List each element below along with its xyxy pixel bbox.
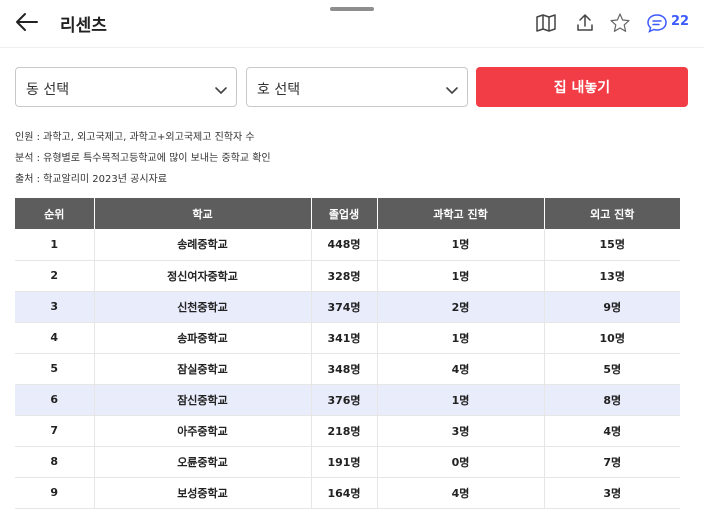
- cell-rank: 4: [15, 322, 95, 354]
- cell-graduates: 328명: [311, 260, 378, 292]
- table-row: 3 신천중학교 374명 2명 9명: [15, 291, 680, 323]
- map-icon[interactable]: [535, 12, 557, 34]
- table-row: 8 오륜중학교 191명 0명 7명: [15, 446, 680, 478]
- cell-science: 0명: [377, 446, 545, 478]
- cell-graduates: 376명: [311, 384, 378, 416]
- cell-school: 보성중학교: [94, 477, 312, 509]
- cell-graduates: 164명: [311, 477, 378, 509]
- dong-select[interactable]: 동 선택: [15, 67, 237, 107]
- col-header-school: 학교: [94, 198, 312, 229]
- cell-rank: 2: [15, 260, 95, 292]
- col-header-rank: 순위: [15, 198, 95, 229]
- dong-select-label: 동 선택: [26, 82, 70, 98]
- top-app-bar: 리센츠 22: [0, 0, 704, 48]
- cell-rank: 9: [15, 477, 95, 509]
- cell-foreign: 5명: [544, 353, 680, 385]
- cell-science: 1명: [377, 229, 545, 261]
- cell-science: 4명: [377, 353, 545, 385]
- cell-science: 3명: [377, 415, 545, 447]
- cell-foreign: 9명: [544, 291, 680, 323]
- star-icon[interactable]: [609, 12, 631, 34]
- table-row: 2 정신여자중학교 328명 1명 13명: [15, 260, 680, 292]
- col-header-science: 과학고 진학: [377, 198, 545, 229]
- table-row: 5 잠실중학교 348명 4명 5명: [15, 353, 680, 385]
- cell-school: 정신여자중학교: [94, 260, 312, 292]
- table-row: 7 아주중학교 218명 3명 4명: [15, 415, 680, 447]
- table-header-row: 순위 학교 졸업생 과학고 진학 외고 진학: [15, 198, 680, 229]
- table-row: 1 송례중학교 448명 1명 15명: [15, 229, 680, 261]
- cell-science: 1명: [377, 322, 545, 354]
- cell-school: 신천중학교: [94, 291, 312, 323]
- cell-rank: 7: [15, 415, 95, 447]
- cell-school: 오륜중학교: [94, 446, 312, 478]
- notes-block: 인원 : 과학고, 외고국제고, 과학고+외고국제고 진학자 수 분석 : 유형…: [15, 127, 271, 190]
- col-header-graduates: 졸업생: [311, 198, 378, 229]
- note-line: 분석 : 유형별로 특수목적고등학교에 많이 보내는 중학교 확인: [15, 153, 271, 164]
- sell-house-button[interactable]: 집 내놓기: [476, 67, 688, 107]
- col-header-foreign: 외고 진학: [544, 198, 680, 229]
- cell-graduates: 348명: [311, 353, 378, 385]
- page-title: 리센츠: [60, 16, 107, 36]
- table-row: 9 보성중학교 164명 4명 3명: [15, 477, 680, 509]
- cell-rank: 1: [15, 229, 95, 261]
- ho-select-label: 호 선택: [257, 82, 301, 98]
- note-line: 인원 : 과학고, 외고국제고, 과학고+외고국제고 진학자 수: [15, 132, 255, 143]
- cell-foreign: 10명: [544, 322, 680, 354]
- cell-school: 아주중학교: [94, 415, 312, 447]
- cell-graduates: 191명: [311, 446, 378, 478]
- cell-graduates: 341명: [311, 322, 378, 354]
- chevron-down-icon: [214, 82, 228, 96]
- cell-graduates: 448명: [311, 229, 378, 261]
- cell-science: 2명: [377, 291, 545, 323]
- cell-science: 1명: [377, 260, 545, 292]
- table-row: 4 송파중학교 341명 1명 10명: [15, 322, 680, 354]
- cell-foreign: 8명: [544, 384, 680, 416]
- cell-graduates: 374명: [311, 291, 378, 323]
- cell-graduates: 218명: [311, 415, 378, 447]
- comment-count[interactable]: 22: [671, 14, 689, 29]
- share-icon[interactable]: [574, 12, 596, 34]
- cell-rank: 5: [15, 353, 95, 385]
- cell-science: 4명: [377, 477, 545, 509]
- cell-school: 잠신중학교: [94, 384, 312, 416]
- cell-foreign: 13명: [544, 260, 680, 292]
- note-line: 출처 : 학교알리미 2023년 공시자료: [15, 174, 167, 185]
- cell-foreign: 3명: [544, 477, 680, 509]
- ho-select[interactable]: 호 선택: [246, 67, 468, 107]
- cell-rank: 8: [15, 446, 95, 478]
- cell-science: 1명: [377, 384, 545, 416]
- back-arrow-icon[interactable]: [14, 11, 40, 33]
- cell-school: 잠실중학교: [94, 353, 312, 385]
- cell-foreign: 4명: [544, 415, 680, 447]
- chevron-down-icon: [445, 82, 459, 96]
- cell-rank: 6: [15, 384, 95, 416]
- cell-rank: 3: [15, 291, 95, 323]
- cell-school: 송례중학교: [94, 229, 312, 261]
- school-ranking-table: 순위 학교 졸업생 과학고 진학 외고 진학 1 송례중학교 448명 1명 15명 2 정…: [15, 198, 680, 509]
- cell-school: 송파중학교: [94, 322, 312, 354]
- cell-foreign: 7명: [544, 446, 680, 478]
- cell-foreign: 15명: [544, 229, 680, 261]
- comment-icon[interactable]: [646, 12, 668, 34]
- table-row: 6 잠신중학교 376명 1명 8명: [15, 384, 680, 416]
